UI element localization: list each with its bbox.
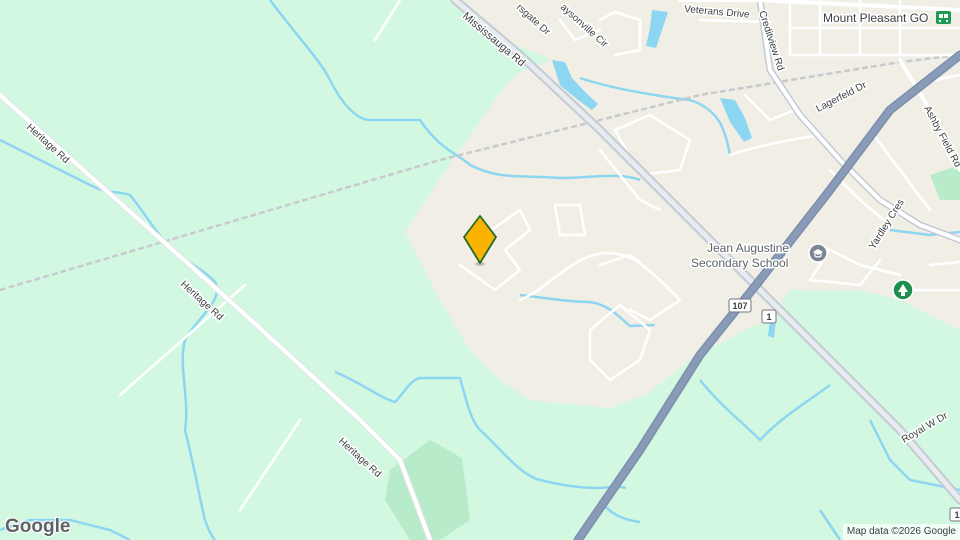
school-icon[interactable]	[808, 243, 828, 263]
school-label-line1[interactable]: Jean Augustine	[706, 240, 791, 257]
mount-pleasant-go-label[interactable]: Mount Pleasant GO	[822, 10, 930, 27]
svg-text:107: 107	[732, 301, 747, 311]
park-tree-icon[interactable]	[892, 279, 914, 301]
google-logo[interactable]: Google	[5, 516, 70, 538]
heritage-rd-label-1: Heritage Rd	[24, 122, 71, 166]
map-canvas[interactable]: Mississauga Rd Heritage Rd Heritage Rd H…	[0, 0, 960, 540]
heritage-rd-label-3: Heritage Rd	[336, 436, 383, 480]
hwy-107-shield: 107	[728, 298, 752, 313]
hwy-1-shield: 1	[761, 309, 777, 324]
svg-text:1: 1	[766, 312, 771, 322]
transit-station-icon[interactable]	[936, 11, 951, 24]
svg-text:1: 1	[954, 510, 959, 520]
school-label-line2[interactable]: Secondary School	[690, 255, 790, 272]
hwy-1-shield-bottom: 1	[949, 507, 960, 522]
map-attribution[interactable]: Map data ©2026 Google	[842, 524, 960, 540]
map-layers: Mississauga Rd Heritage Rd Heritage Rd H…	[0, 0, 960, 540]
